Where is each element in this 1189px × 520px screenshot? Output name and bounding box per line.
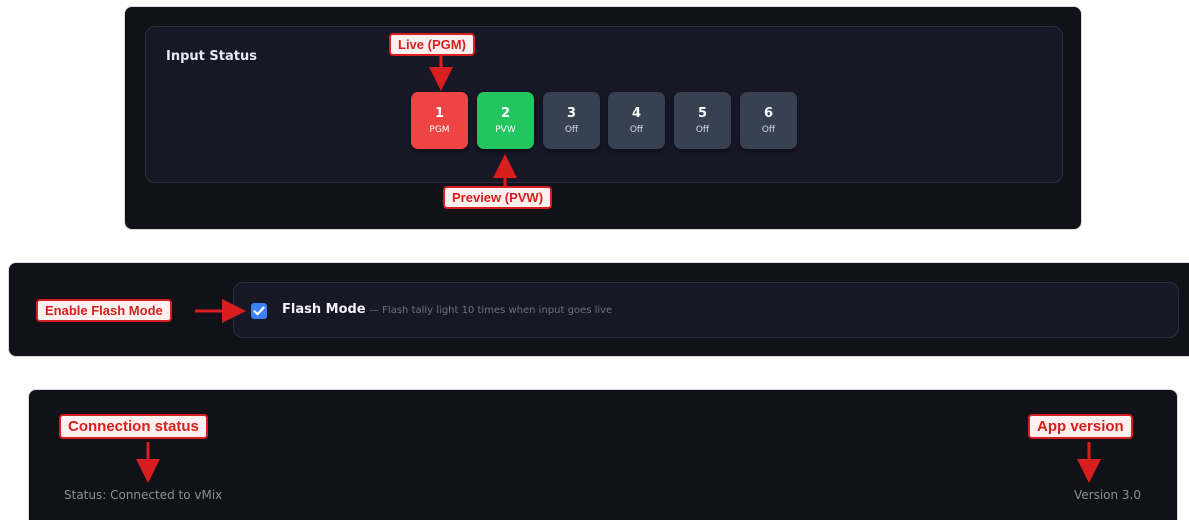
input-status-panel: Input Status 1 PGM 2 PVW 3 Off 4 Off 5 O… [124,6,1082,230]
flash-mode-label[interactable]: Flash Mode [282,302,366,317]
callout-connection: Connection status [59,414,208,439]
input-number: 4 [631,106,642,121]
input-state: Off [761,125,776,135]
callout-version: App version [1028,414,1133,439]
input-button-1[interactable]: 1 PGM [411,92,468,149]
flash-mode-description: — Flash tally light 10 times when input … [369,305,613,316]
input-status-card: Input Status 1 PGM 2 PVW 3 Off 4 Off 5 O… [145,26,1063,183]
input-button-4[interactable]: 4 Off [608,92,665,149]
footer-panel: Status: Connected to vMix Version 3.0 [28,389,1178,520]
checkmark-icon [253,306,265,316]
input-state: Off [629,125,644,135]
input-number: 5 [697,106,708,121]
input-state: PGM [429,125,450,135]
app-version-text: Version 3.0 [1073,488,1141,502]
callout-preview: Preview (PVW) [443,186,553,209]
connection-status-text: Status: Connected to vMix [64,488,223,502]
flash-mode-card: Flash Mode — Flash tally light 10 times … [233,282,1179,338]
flash-mode-panel: Flash Mode — Flash tally light 10 times … [8,262,1189,357]
input-state: Off [564,125,579,135]
input-state: PVW [495,125,516,135]
callout-flash: Enable Flash Mode [36,299,172,322]
input-button-3[interactable]: 3 Off [543,92,600,149]
flash-mode-checkbox[interactable] [251,303,267,319]
input-button-2[interactable]: 2 PVW [477,92,534,149]
input-number: 3 [566,106,577,121]
callout-live: Live (PGM) [389,33,475,56]
input-number: 2 [500,106,511,121]
input-status-title: Input Status [166,49,257,64]
input-state: Off [695,125,710,135]
input-number: 6 [763,106,774,121]
input-number: 1 [434,106,445,121]
input-button-6[interactable]: 6 Off [740,92,797,149]
input-button-5[interactable]: 5 Off [674,92,731,149]
